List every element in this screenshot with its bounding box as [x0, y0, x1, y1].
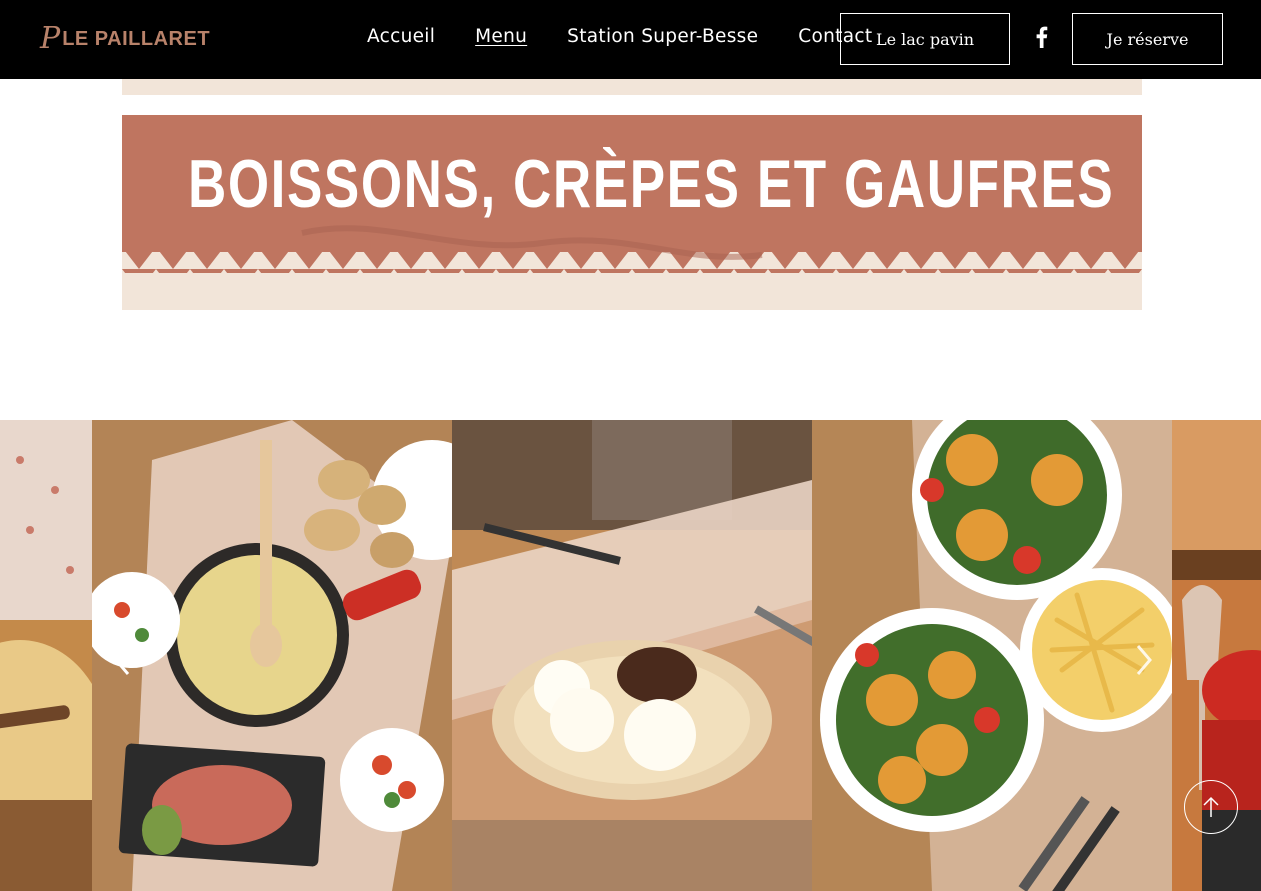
- logo[interactable]: P LE PAILLARET: [40, 24, 210, 54]
- reserve-button[interactable]: Je réserve: [1072, 13, 1223, 65]
- nav-station-super-besse[interactable]: Station Super-Besse: [567, 26, 758, 47]
- main-nav: Accueil Menu Station Super-Besse Contact: [367, 26, 872, 47]
- previous-banner-edge: [122, 79, 1142, 95]
- nav-menu[interactable]: Menu: [475, 26, 527, 47]
- gallery-slide[interactable]: [0, 420, 92, 891]
- chevron-right-icon[interactable]: [1130, 640, 1156, 680]
- chocolate-dessert-photo: [452, 420, 812, 891]
- gallery-slide[interactable]: [92, 420, 452, 891]
- raclette-photo: [0, 420, 92, 891]
- lac-pavin-button[interactable]: Le lac pavin: [840, 13, 1010, 65]
- gallery-slide[interactable]: [812, 420, 1172, 891]
- facebook-icon[interactable]: [1033, 26, 1049, 48]
- fondue-photo: [92, 420, 452, 891]
- site-header: P LE PAILLARET Accueil Menu Station Supe…: [0, 0, 1261, 79]
- arrow-up-icon: [1203, 796, 1219, 817]
- banner-title: BOISSONS, CRÈPES ET GAUFRES: [188, 146, 1115, 222]
- logo-mark: P: [40, 21, 61, 56]
- chevron-left-icon[interactable]: [110, 640, 136, 680]
- photo-gallery: [0, 420, 1261, 891]
- scroll-to-top-button[interactable]: [1184, 780, 1238, 834]
- section-banner: BOISSONS, CRÈPES ET GAUFRES: [122, 115, 1142, 310]
- salads-fries-photo: [812, 420, 1172, 891]
- nav-accueil[interactable]: Accueil: [367, 26, 435, 47]
- logo-text: LE PAILLARET: [62, 27, 211, 50]
- gallery-slide[interactable]: [452, 420, 812, 891]
